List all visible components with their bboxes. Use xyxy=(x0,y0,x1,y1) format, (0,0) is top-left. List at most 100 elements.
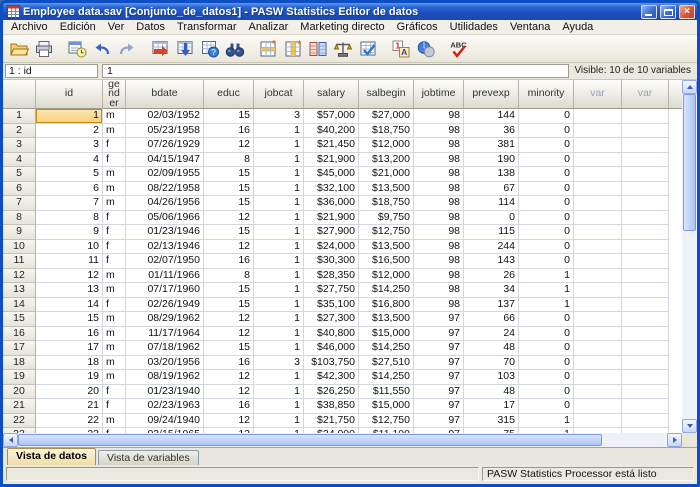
cell-r19-jobtime[interactable]: 97 xyxy=(414,370,464,385)
column-header-minority[interactable]: minority xyxy=(519,80,574,109)
cell-r4-id[interactable]: 4 xyxy=(36,153,103,168)
cell-r10-minority[interactable]: 0 xyxy=(519,240,574,255)
cell-r1-prevexp[interactable]: 144 xyxy=(464,109,519,124)
cell-r2-var2[interactable] xyxy=(622,124,669,139)
cell-r17-bdate[interactable]: 07/18/1962 xyxy=(126,341,204,356)
grid-corner[interactable] xyxy=(3,80,36,109)
cell-r13-var2[interactable] xyxy=(622,283,669,298)
cell-r19-bdate[interactable]: 08/19/1962 xyxy=(126,370,204,385)
menu-item-gr-ficos[interactable]: Gráficos xyxy=(391,21,444,33)
cell-r15-salbegin[interactable]: $13,500 xyxy=(359,312,414,327)
cell-r9-jobtime[interactable]: 98 xyxy=(414,225,464,240)
cell-r8-prevexp[interactable]: 0 xyxy=(464,211,519,226)
row-header-4[interactable]: 4 xyxy=(3,153,36,168)
column-header-educ[interactable]: educ xyxy=(204,80,254,109)
tab-vista-de-datos[interactable]: Vista de datos xyxy=(7,448,96,465)
cell-r17-var2[interactable] xyxy=(622,341,669,356)
dialog-recall-icon[interactable] xyxy=(65,37,90,61)
cell-r19-gender[interactable]: m xyxy=(103,370,126,385)
cell-r3-var1[interactable] xyxy=(574,138,622,153)
cell-r4-var2[interactable] xyxy=(622,153,669,168)
cell-r1-var2[interactable] xyxy=(622,109,669,124)
cell-r4-var1[interactable] xyxy=(574,153,622,168)
cell-r12-id[interactable]: 12 xyxy=(36,269,103,284)
cell-r22-prevexp[interactable]: 315 xyxy=(464,414,519,429)
cell-r15-prevexp[interactable]: 66 xyxy=(464,312,519,327)
cell-r10-educ[interactable]: 12 xyxy=(204,240,254,255)
cell-r11-salary[interactable]: $30,300 xyxy=(304,254,359,269)
row-header-18[interactable]: 18 xyxy=(3,356,36,371)
cell-r12-salbegin[interactable]: $12,000 xyxy=(359,269,414,284)
row-header-22[interactable]: 22 xyxy=(3,414,36,429)
cell-r18-minority[interactable]: 0 xyxy=(519,356,574,371)
cell-r3-minority[interactable]: 0 xyxy=(519,138,574,153)
column-header-prevexp[interactable]: prevexp xyxy=(464,80,519,109)
cell-r3-bdate[interactable]: 07/26/1929 xyxy=(126,138,204,153)
cell-r4-salary[interactable]: $21,900 xyxy=(304,153,359,168)
cell-r22-salbegin[interactable]: $12,750 xyxy=(359,414,414,429)
cell-r17-jobcat[interactable]: 1 xyxy=(254,341,304,356)
cell-r15-var2[interactable] xyxy=(622,312,669,327)
cell-r15-var1[interactable] xyxy=(574,312,622,327)
cell-r13-jobtime[interactable]: 98 xyxy=(414,283,464,298)
cell-r8-jobcat[interactable]: 1 xyxy=(254,211,304,226)
cell-r22-var2[interactable] xyxy=(622,414,669,429)
cell-r15-educ[interactable]: 12 xyxy=(204,312,254,327)
cell-r17-jobtime[interactable]: 97 xyxy=(414,341,464,356)
cell-r19-prevexp[interactable]: 103 xyxy=(464,370,519,385)
cell-r1-bdate[interactable]: 02/03/1952 xyxy=(126,109,204,124)
cell-r8-bdate[interactable]: 05/06/1966 xyxy=(126,211,204,226)
cell-r14-educ[interactable]: 15 xyxy=(204,298,254,313)
cell-r17-salbegin[interactable]: $14,250 xyxy=(359,341,414,356)
cell-r21-minority[interactable]: 0 xyxy=(519,399,574,414)
row-header-3[interactable]: 3 xyxy=(3,138,36,153)
cell-r8-salary[interactable]: $21,900 xyxy=(304,211,359,226)
cell-r9-var2[interactable] xyxy=(622,225,669,240)
cell-r16-minority[interactable]: 0 xyxy=(519,327,574,342)
column-header-id[interactable]: id xyxy=(36,80,103,109)
cell-r18-var1[interactable] xyxy=(574,356,622,371)
cell-r12-var2[interactable] xyxy=(622,269,669,284)
cell-r4-bdate[interactable]: 04/15/1947 xyxy=(126,153,204,168)
cell-r14-jobcat[interactable]: 1 xyxy=(254,298,304,313)
cell-r19-salbegin[interactable]: $14,250 xyxy=(359,370,414,385)
cell-r19-minority[interactable]: 0 xyxy=(519,370,574,385)
cell-r15-id[interactable]: 15 xyxy=(36,312,103,327)
cell-r21-salbegin[interactable]: $15,000 xyxy=(359,399,414,414)
cell-r11-minority[interactable]: 0 xyxy=(519,254,574,269)
cell-r7-jobcat[interactable]: 1 xyxy=(254,196,304,211)
cell-r7-var2[interactable] xyxy=(622,196,669,211)
cell-r14-var2[interactable] xyxy=(622,298,669,313)
cell-r6-jobtime[interactable]: 98 xyxy=(414,182,464,197)
cell-r8-gender[interactable]: f xyxy=(103,211,126,226)
menu-item-ver[interactable]: Ver xyxy=(102,21,131,33)
cell-r21-salary[interactable]: $38,850 xyxy=(304,399,359,414)
cell-r9-gender[interactable]: f xyxy=(103,225,126,240)
insert-cases-icon[interactable]: * xyxy=(256,37,281,61)
cell-r6-id[interactable]: 6 xyxy=(36,182,103,197)
cell-r6-salary[interactable]: $32,100 xyxy=(304,182,359,197)
weight-cases-icon[interactable] xyxy=(331,37,356,61)
cell-r11-educ[interactable]: 16 xyxy=(204,254,254,269)
cell-r13-var1[interactable] xyxy=(574,283,622,298)
cell-r5-jobcat[interactable]: 1 xyxy=(254,167,304,182)
cell-r1-minority[interactable]: 0 xyxy=(519,109,574,124)
cell-r10-id[interactable]: 10 xyxy=(36,240,103,255)
cell-r6-var2[interactable] xyxy=(622,182,669,197)
cell-r10-jobtime[interactable]: 98 xyxy=(414,240,464,255)
cell-r14-id[interactable]: 14 xyxy=(36,298,103,313)
cell-r7-id[interactable]: 7 xyxy=(36,196,103,211)
column-header-salbegin[interactable]: salbegin xyxy=(359,80,414,109)
goto-variable-icon[interactable] xyxy=(173,37,198,61)
cell-r20-prevexp[interactable]: 48 xyxy=(464,385,519,400)
scroll-left-button[interactable] xyxy=(3,433,18,447)
undo-icon[interactable] xyxy=(90,37,115,61)
cell-r1-jobcat[interactable]: 3 xyxy=(254,109,304,124)
redo-icon[interactable] xyxy=(115,37,140,61)
cell-r5-educ[interactable]: 15 xyxy=(204,167,254,182)
cell-r9-jobcat[interactable]: 1 xyxy=(254,225,304,240)
cell-r10-prevexp[interactable]: 244 xyxy=(464,240,519,255)
horizontal-scrollbar[interactable] xyxy=(3,433,682,447)
row-header-16[interactable]: 16 xyxy=(3,327,36,342)
cell-r8-minority[interactable]: 0 xyxy=(519,211,574,226)
